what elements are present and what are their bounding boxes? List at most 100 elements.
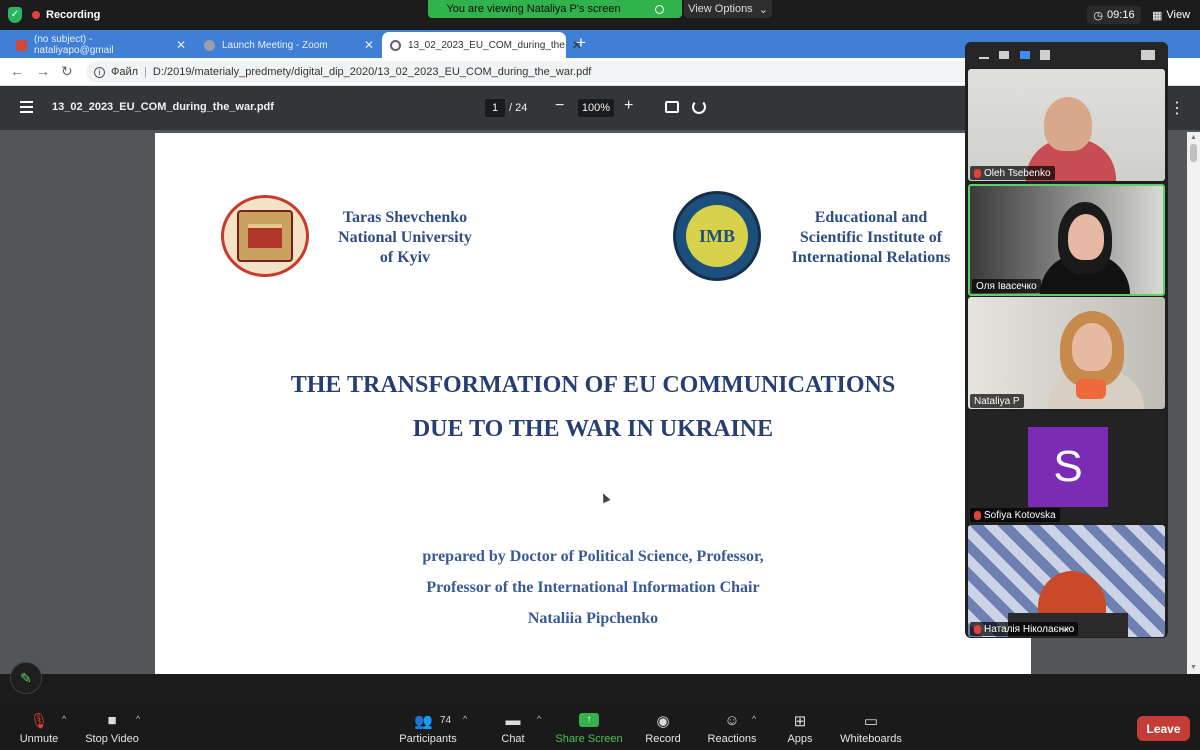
chat-bubble-icon: ▬ bbox=[505, 712, 521, 729]
participant-gallery: Oleh Tsebenko Оля Івасечко Nataliya P S … bbox=[965, 42, 1168, 638]
participants-button[interactable]: 👥 74 Participants bbox=[396, 706, 460, 750]
share-screen-label: Share Screen bbox=[555, 733, 623, 745]
tab-title: 13_02_2023_EU_COM_during_the bbox=[408, 39, 565, 51]
url-field[interactable]: i Файл | D:/2019/materialy_predmety/digi… bbox=[86, 61, 986, 83]
tab-pdf[interactable]: 13_02_2023_EU_COM_during_the ✕ bbox=[382, 32, 582, 58]
back-arrow-icon[interactable]: ← bbox=[10, 63, 24, 79]
participant-tile-active-speaker[interactable]: Оля Івасечко bbox=[968, 184, 1165, 296]
participant-name-tag: Sofiya Kotovska bbox=[970, 508, 1060, 522]
whiteboard-icon: ▭ bbox=[863, 713, 879, 730]
new-tab-button[interactable]: + bbox=[576, 33, 586, 53]
viewing-banner: You are viewing Nataliya P's screen bbox=[428, 0, 682, 18]
security-shield-icon[interactable]: ✓ bbox=[8, 7, 22, 23]
zoom-level-input[interactable]: 100% bbox=[578, 99, 614, 117]
participant-tile[interactable]: Nataliya P bbox=[968, 297, 1165, 409]
globe-icon bbox=[390, 39, 401, 51]
strip-view-icon[interactable] bbox=[1020, 51, 1030, 59]
page-number-input[interactable]: 1 bbox=[485, 99, 505, 117]
participant-name: Nataliya P bbox=[974, 395, 1020, 407]
forward-arrow-icon[interactable]: → bbox=[36, 63, 50, 79]
participants-options-caret[interactable]: ^ bbox=[463, 714, 467, 724]
participant-tile[interactable]: Oleh Tsebenko bbox=[968, 69, 1165, 181]
iir-name: Educational and Scientific Institute of … bbox=[777, 208, 965, 268]
annotate-pencil-icon[interactable]: ✎ bbox=[10, 662, 42, 694]
participants-label: Participants bbox=[399, 733, 457, 745]
info-icon[interactable]: i bbox=[94, 66, 105, 78]
viewing-banner-text: You are viewing Nataliya P's screen bbox=[446, 3, 621, 15]
tab-gmail[interactable]: (no subject) - nataliyapo@gmail ✕ bbox=[8, 32, 194, 58]
whiteboards-label: Whiteboards bbox=[840, 733, 902, 745]
status-ring-icon bbox=[654, 4, 664, 14]
more-options-icon[interactable]: ⋮ bbox=[1169, 98, 1185, 118]
scroll-down-icon[interactable]: ▼ bbox=[1190, 664, 1197, 671]
expand-icon[interactable] bbox=[1141, 50, 1155, 60]
stop-video-button[interactable]: ■ Stop Video bbox=[82, 706, 142, 750]
zoom-in-button[interactable]: + bbox=[624, 97, 633, 115]
knu-seal-icon bbox=[237, 210, 293, 262]
reactions-button[interactable]: ☺ Reactions bbox=[706, 706, 758, 750]
pdf-filename: 13_02_2023_EU_COM_during_the_war.pdf bbox=[52, 101, 274, 113]
knu-name-line: of Kyiv bbox=[379, 249, 431, 266]
audio-options-caret[interactable]: ^ bbox=[62, 714, 66, 724]
scroll-thumb[interactable] bbox=[1190, 144, 1197, 162]
chat-button[interactable]: ▬ Chat bbox=[494, 706, 532, 750]
knu-logo bbox=[221, 195, 309, 277]
record-button[interactable]: ◉ Record bbox=[643, 706, 683, 750]
speaker-view-icon[interactable] bbox=[999, 51, 1009, 59]
minimize-icon[interactable] bbox=[979, 57, 989, 59]
tab-zoom-launch[interactable]: Launch Meeting - Zoom ✕ bbox=[196, 32, 382, 58]
apps-button[interactable]: ⊞ Apps bbox=[782, 706, 818, 750]
document-title-line-1: THE TRANSFORMATION OF EU COMMUNICATIONS bbox=[290, 372, 896, 398]
rotate-icon[interactable] bbox=[692, 100, 706, 114]
grid-view-icon: ▦ bbox=[1151, 9, 1163, 22]
participant-face bbox=[1044, 97, 1092, 151]
author-line-2: Professor of the International Informati… bbox=[426, 579, 760, 596]
chevron-down-icon: ⌄ bbox=[758, 3, 768, 16]
recording-label: Recording bbox=[46, 9, 101, 21]
globe-icon bbox=[204, 39, 215, 51]
avatar: S bbox=[1028, 427, 1108, 507]
grid-view-icon[interactable] bbox=[1040, 50, 1050, 60]
view-options-label: View Options bbox=[688, 3, 753, 15]
url-text: D:/2019/materialy_predmety/digital_dip_2… bbox=[152, 66, 592, 78]
unmute-button[interactable]: 🎙 Unmute bbox=[14, 706, 64, 750]
meeting-timer: ◷ 09:16 bbox=[1087, 6, 1141, 24]
participant-name-tag: Оля Івасечко bbox=[972, 279, 1041, 293]
knu-name-line: National University bbox=[338, 229, 472, 246]
reactions-options-caret[interactable]: ^ bbox=[752, 714, 756, 724]
pdf-scrollbar[interactable]: ▲ ▼ bbox=[1187, 132, 1200, 674]
recording-dot-icon bbox=[32, 11, 40, 19]
fit-page-icon[interactable] bbox=[665, 101, 679, 113]
menu-icon[interactable] bbox=[20, 101, 33, 113]
video-options-caret[interactable]: ^ bbox=[136, 714, 140, 724]
whiteboards-button[interactable]: ▭ Whiteboards bbox=[838, 706, 904, 750]
zoom-out-button[interactable]: − bbox=[555, 97, 564, 115]
chevron-down-icon[interactable]: ﹀ bbox=[1059, 624, 1071, 638]
close-tab-icon[interactable]: ✕ bbox=[364, 38, 374, 52]
knu-name: Taras Shevchenko National University of … bbox=[327, 208, 483, 268]
imb-globe-icon: IMB bbox=[686, 205, 748, 267]
recording-indicator[interactable]: Recording bbox=[32, 7, 100, 23]
muted-mic-icon bbox=[974, 624, 981, 634]
meeting-time: 09:16 bbox=[1107, 9, 1135, 21]
close-tab-icon[interactable]: ✕ bbox=[176, 38, 186, 52]
participant-name: Oleh Tsebenko bbox=[984, 167, 1051, 179]
apps-label: Apps bbox=[787, 733, 813, 745]
clock-icon: ◷ bbox=[1093, 9, 1104, 22]
reload-icon[interactable]: ↻ bbox=[61, 63, 73, 80]
view-options-button[interactable]: View Options ⌄ bbox=[684, 0, 772, 18]
author-line-3: Nataliia Pipchenko bbox=[527, 610, 659, 627]
participant-tile[interactable]: Наталія Ніколаєнко bbox=[968, 525, 1165, 637]
apps-icon: ⊞ bbox=[793, 713, 807, 730]
share-screen-icon: ↑ bbox=[579, 713, 599, 727]
unmute-label: Unmute bbox=[19, 733, 59, 745]
imb-logo: IMB bbox=[673, 191, 761, 281]
leave-button[interactable]: Leave bbox=[1137, 716, 1190, 741]
scroll-up-icon[interactable]: ▲ bbox=[1190, 134, 1197, 141]
url-separator: | bbox=[144, 66, 147, 78]
participant-name-tag: Nataliya P bbox=[970, 394, 1024, 408]
view-button[interactable]: ▦ View bbox=[1146, 6, 1196, 24]
chat-options-caret[interactable]: ^ bbox=[537, 714, 541, 724]
participant-tile[interactable]: S Sofiya Kotovska bbox=[968, 411, 1165, 523]
share-screen-button[interactable]: ↑ Share Screen bbox=[555, 706, 623, 750]
